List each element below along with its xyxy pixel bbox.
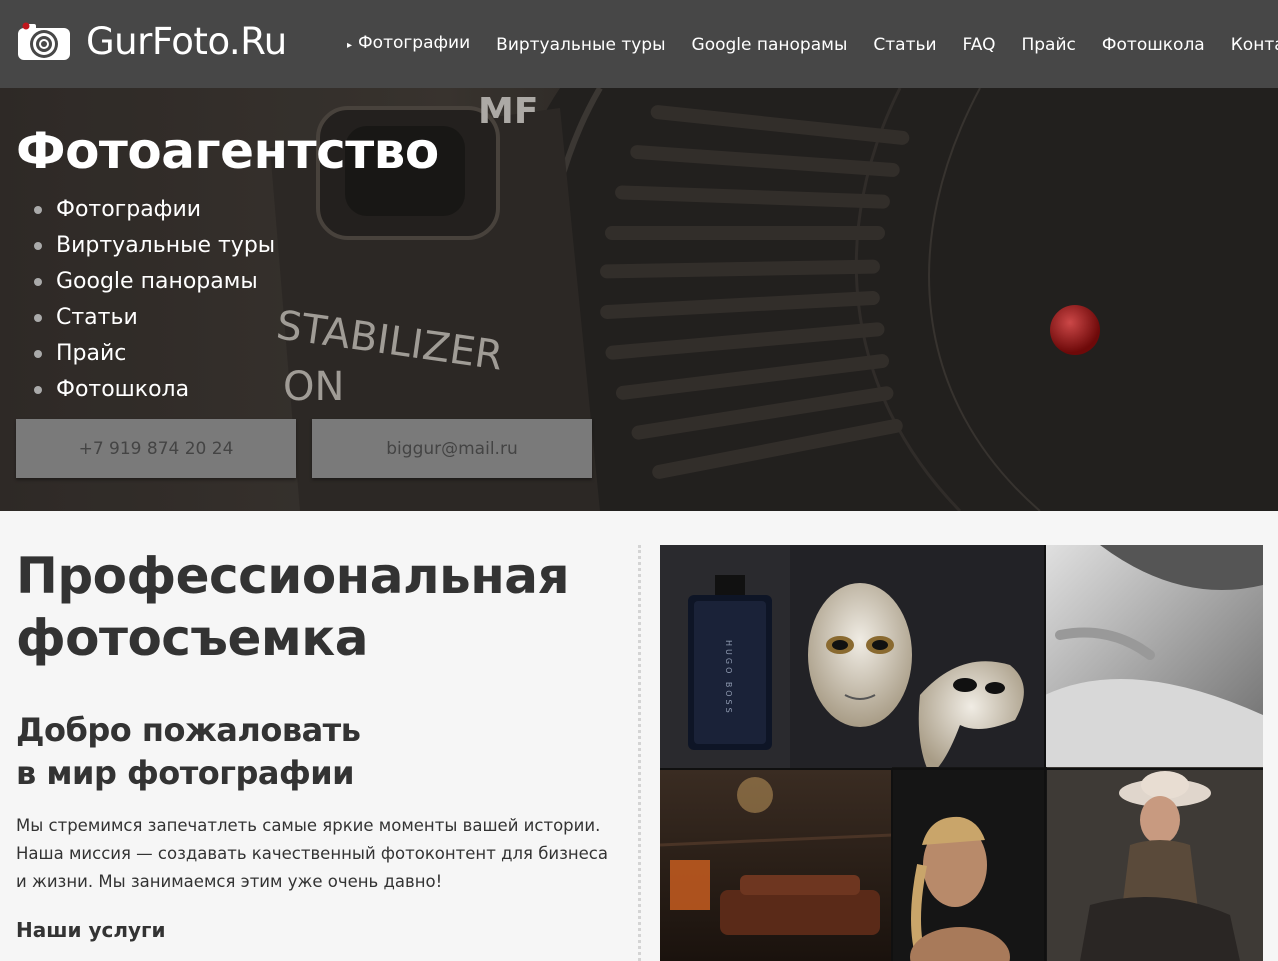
hero-link-label: Фотошкола: [56, 377, 190, 402]
nav-item-label: Фотографии: [358, 33, 471, 53]
site-logo[interactable]: GurFoto.Ru: [16, 20, 287, 62]
hero-link-label: Прайс: [56, 341, 127, 366]
logo-text: GurFoto.Ru: [86, 19, 287, 63]
hero-link-label: Фотографии: [56, 197, 202, 222]
nav-item-faq[interactable]: FAQ: [963, 35, 996, 55]
bullet-icon: [34, 314, 42, 322]
welcome-heading-line1: Добро пожаловать: [16, 711, 361, 749]
collage-image: HUGO BOSS: [660, 545, 1263, 961]
hero-link-price[interactable]: Прайс: [16, 336, 275, 372]
nav-item-photos[interactable]: ▸ Фотографии: [347, 33, 470, 56]
nav-item-price[interactable]: Прайс: [1021, 35, 1075, 55]
welcome-heading-line2: в мир фотографии: [16, 754, 355, 792]
hero-link-list: Фотографии Виртуальные туры Google панор…: [16, 192, 275, 408]
hero-link-label: Статьи: [56, 305, 138, 330]
intro-paragraph: Мы стремимся запечатлеть самые яркие мом…: [16, 816, 608, 891]
main-nav: ▸ Фотографии Виртуальные туры Google пано…: [347, 33, 1278, 56]
page-title: Профессиональная фотосъемка: [16, 545, 616, 669]
nav-item-photo-school[interactable]: Фотошкола: [1102, 35, 1205, 55]
nav-item-articles[interactable]: Статьи: [873, 35, 936, 55]
phone-button[interactable]: +7 919 874 20 24: [16, 419, 296, 478]
site-header: GurFoto.Ru ▸ Фотографии Виртуальные туры …: [0, 0, 1278, 88]
submenu-arrow-icon: ▸: [347, 40, 353, 51]
nav-item-google-panoramas[interactable]: Google панорамы: [692, 35, 848, 55]
hero-link-photos[interactable]: Фотографии: [16, 192, 275, 228]
services-heading: Наши услуги: [16, 918, 166, 942]
bullet-icon: [34, 350, 42, 358]
welcome-heading: Добро пожаловать в мир фотографии: [16, 709, 616, 795]
page-title-line2: фотосъемка: [16, 609, 368, 667]
camera-icon: [16, 20, 72, 62]
hero-link-articles[interactable]: Статьи: [16, 300, 275, 336]
photo-collage: HUGO BOSS: [660, 545, 1263, 961]
page-title-line1: Профессиональная: [16, 547, 570, 605]
nav-item-virtual-tours[interactable]: Виртуальные туры: [496, 35, 665, 55]
hero-section: MF STABILIZER ON Фотоагентство Фотографи…: [0, 88, 1278, 511]
bottle-label-text: HUGO BOSS: [724, 640, 733, 716]
hero-title: Фотоагентство: [16, 122, 439, 180]
hero-link-label: Google панорамы: [56, 269, 258, 294]
hero-link-google-panoramas[interactable]: Google панорамы: [16, 264, 275, 300]
bullet-icon: [34, 278, 42, 286]
bullet-icon: [34, 386, 42, 394]
column-divider: [638, 545, 641, 961]
hero-link-virtual-tours[interactable]: Виртуальные туры: [16, 228, 275, 264]
bullet-icon: [34, 242, 42, 250]
email-button[interactable]: biggur@mail.ru: [312, 419, 592, 478]
hero-link-photo-school[interactable]: Фотошкола: [16, 372, 275, 408]
nav-item-contacts[interactable]: Контакты: [1231, 35, 1278, 55]
hero-link-label: Виртуальные туры: [56, 233, 276, 258]
bullet-icon: [34, 206, 42, 214]
